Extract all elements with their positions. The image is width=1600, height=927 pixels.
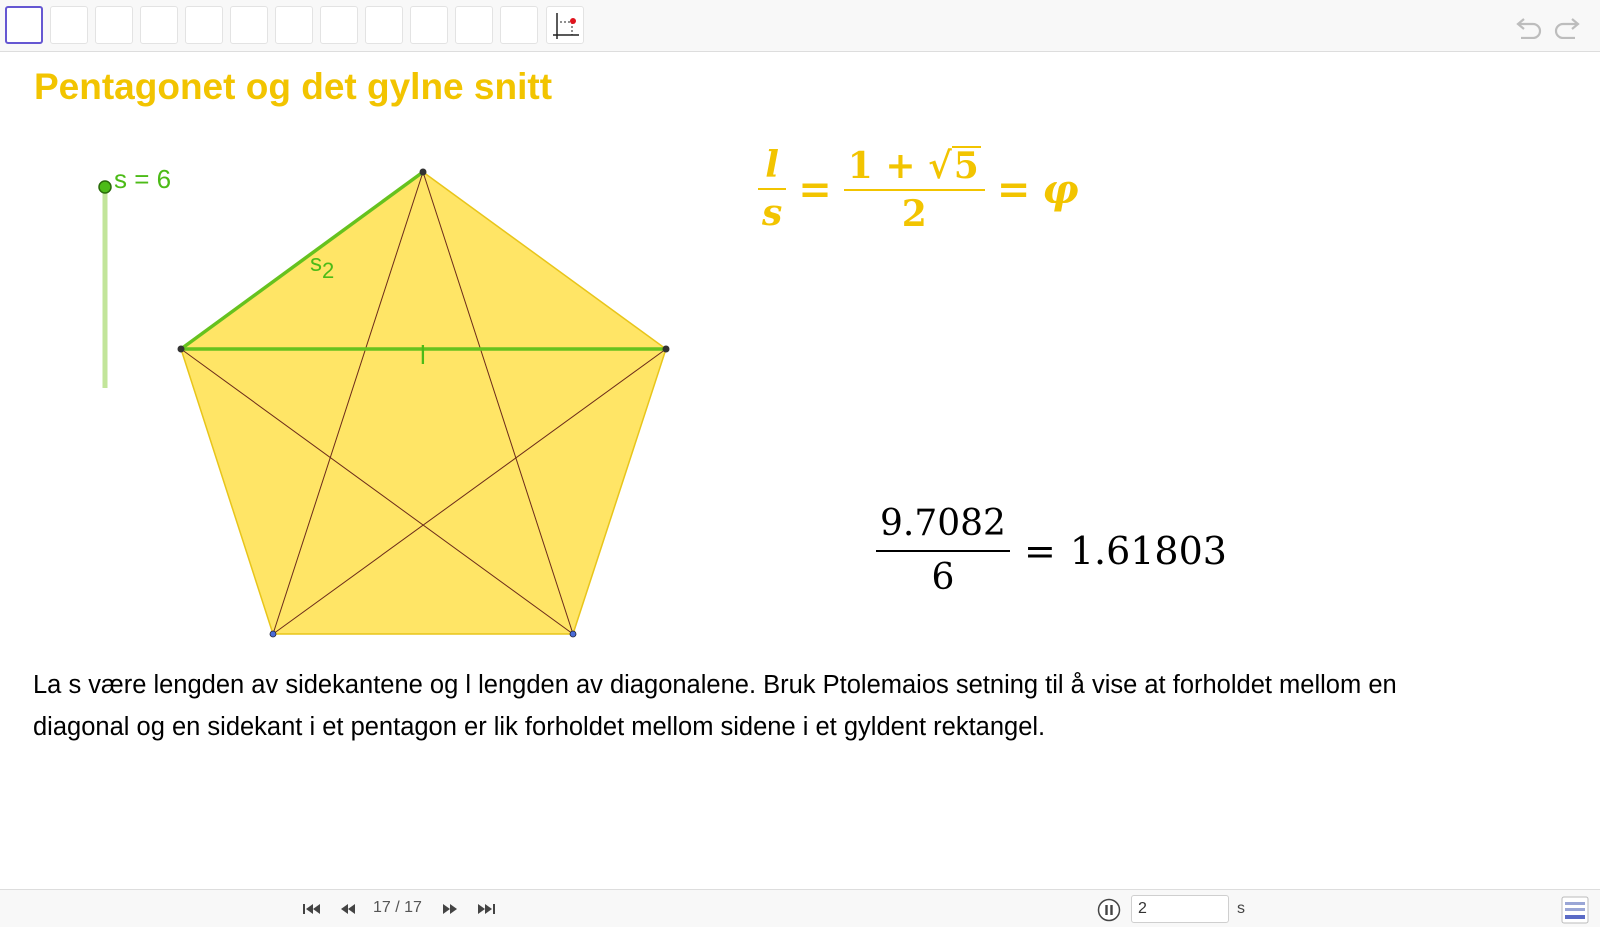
segment-label-name: s [310, 250, 322, 277]
bottom-bar: 17 / 17 s [0, 889, 1600, 927]
formula-lhs-numerator: l [765, 144, 779, 186]
segment-label-index: 2 [322, 258, 335, 283]
ratio-denominator: 6 [931, 557, 955, 598]
tool-button-6[interactable] [230, 6, 268, 44]
slider-label: s = 6 [114, 164, 172, 194]
undo-icon[interactable] [1515, 13, 1543, 39]
formula-lhs-denominator: s [762, 192, 783, 234]
ratio-equals: = [1023, 529, 1056, 573]
tool-button-1[interactable] [5, 6, 43, 44]
tool-button-7[interactable] [275, 6, 313, 44]
formula-lhs-fraction: l s [758, 144, 787, 234]
vertex-bottom-left[interactable] [269, 630, 277, 638]
page-indicator: 17 / 17 [373, 899, 422, 916]
formula-mid-prefix: 1 + [847, 145, 929, 187]
pause-icon[interactable] [1097, 898, 1121, 922]
ratio-result: 1.61803 [1069, 529, 1227, 573]
formula-phi: φ [1042, 165, 1079, 213]
animation-speed-input[interactable] [1131, 895, 1229, 923]
tool-button-4[interactable] [140, 6, 178, 44]
formula-equals-1: = [798, 165, 832, 213]
skip-first-icon[interactable] [301, 900, 323, 918]
tool-button-12[interactable] [500, 6, 538, 44]
segment-label-l: l [420, 340, 426, 370]
numeric-ratio: 9.7082 6 = 1.61803 [876, 496, 1227, 606]
vertex-top[interactable] [419, 168, 427, 176]
page-title: Pentagonet og det gylne snitt [34, 66, 553, 107]
speed-unit-label: s [1237, 900, 1245, 917]
redo-icon[interactable] [1553, 13, 1581, 39]
tool-button-9[interactable] [365, 6, 403, 44]
graphics-view-button[interactable] [546, 6, 584, 44]
tool-button-3[interactable] [95, 6, 133, 44]
vertex-right[interactable] [662, 345, 670, 353]
vertex-bottom-right[interactable] [569, 630, 577, 638]
axes-point-icon [553, 13, 579, 39]
algebra-view-icon[interactable] [1561, 896, 1589, 924]
formula-mid-numerator: 1 + √ 5 [844, 146, 985, 184]
tool-button-11[interactable] [455, 6, 493, 44]
description-text: La s være lengden av sidekantene og l le… [33, 671, 1397, 741]
formula-equals-2: = [996, 165, 1031, 213]
sqrt-symbol: √ 5 [928, 145, 981, 187]
skip-last-icon[interactable] [475, 900, 497, 918]
slider-handle[interactable] [98, 180, 112, 194]
tool-button-10[interactable] [410, 6, 448, 44]
toolbar [0, 0, 1600, 52]
tool-button-2[interactable] [50, 6, 88, 44]
golden-ratio-formula: l s = 1 + √ 5 2 = φ [758, 134, 1079, 244]
formula-mid-fraction: 1 + √ 5 2 [843, 146, 985, 235]
pentagon [180, 171, 667, 635]
step-forward-icon[interactable] [439, 900, 461, 918]
formula-radicand: 5 [951, 145, 981, 187]
tool-button-8[interactable] [320, 6, 358, 44]
tool-button-5[interactable] [185, 6, 223, 44]
vertex-left[interactable] [177, 345, 185, 353]
ratio-fraction: 9.7082 6 [876, 506, 1010, 596]
segment-label-s2: s2 [310, 250, 334, 284]
ratio-numerator: 9.7082 [880, 503, 1006, 544]
step-back-icon[interactable] [337, 900, 359, 918]
formula-mid-denominator: 2 [901, 193, 927, 235]
